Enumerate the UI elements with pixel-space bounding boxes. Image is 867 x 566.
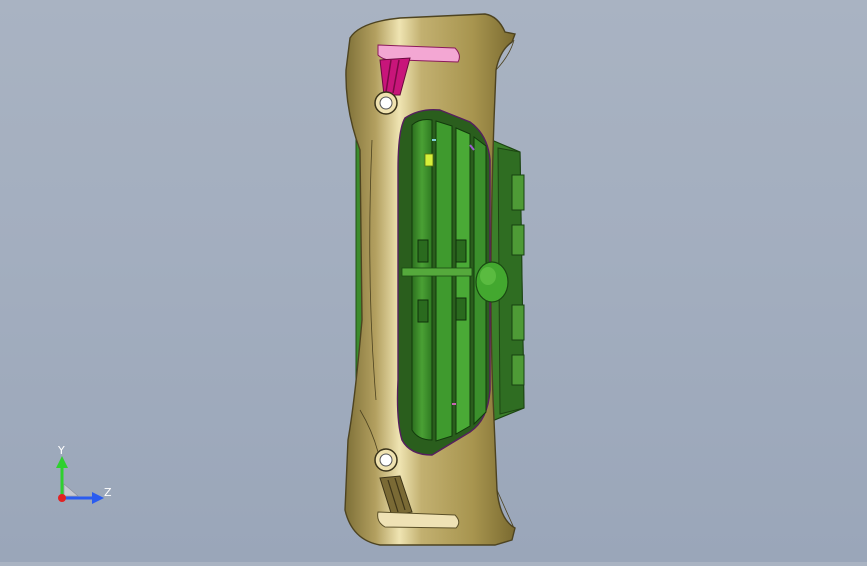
model-canvas[interactable] (0, 0, 867, 562)
coordinate-triad: Y Z (56, 444, 112, 504)
x-axis-dot (58, 494, 66, 502)
y-axis-label: Y (57, 444, 65, 457)
z-axis-label: Z (104, 486, 112, 499)
cad-graphics-viewport[interactable]: Y Z (0, 0, 867, 562)
emblem-mount[interactable] (475, 261, 509, 303)
